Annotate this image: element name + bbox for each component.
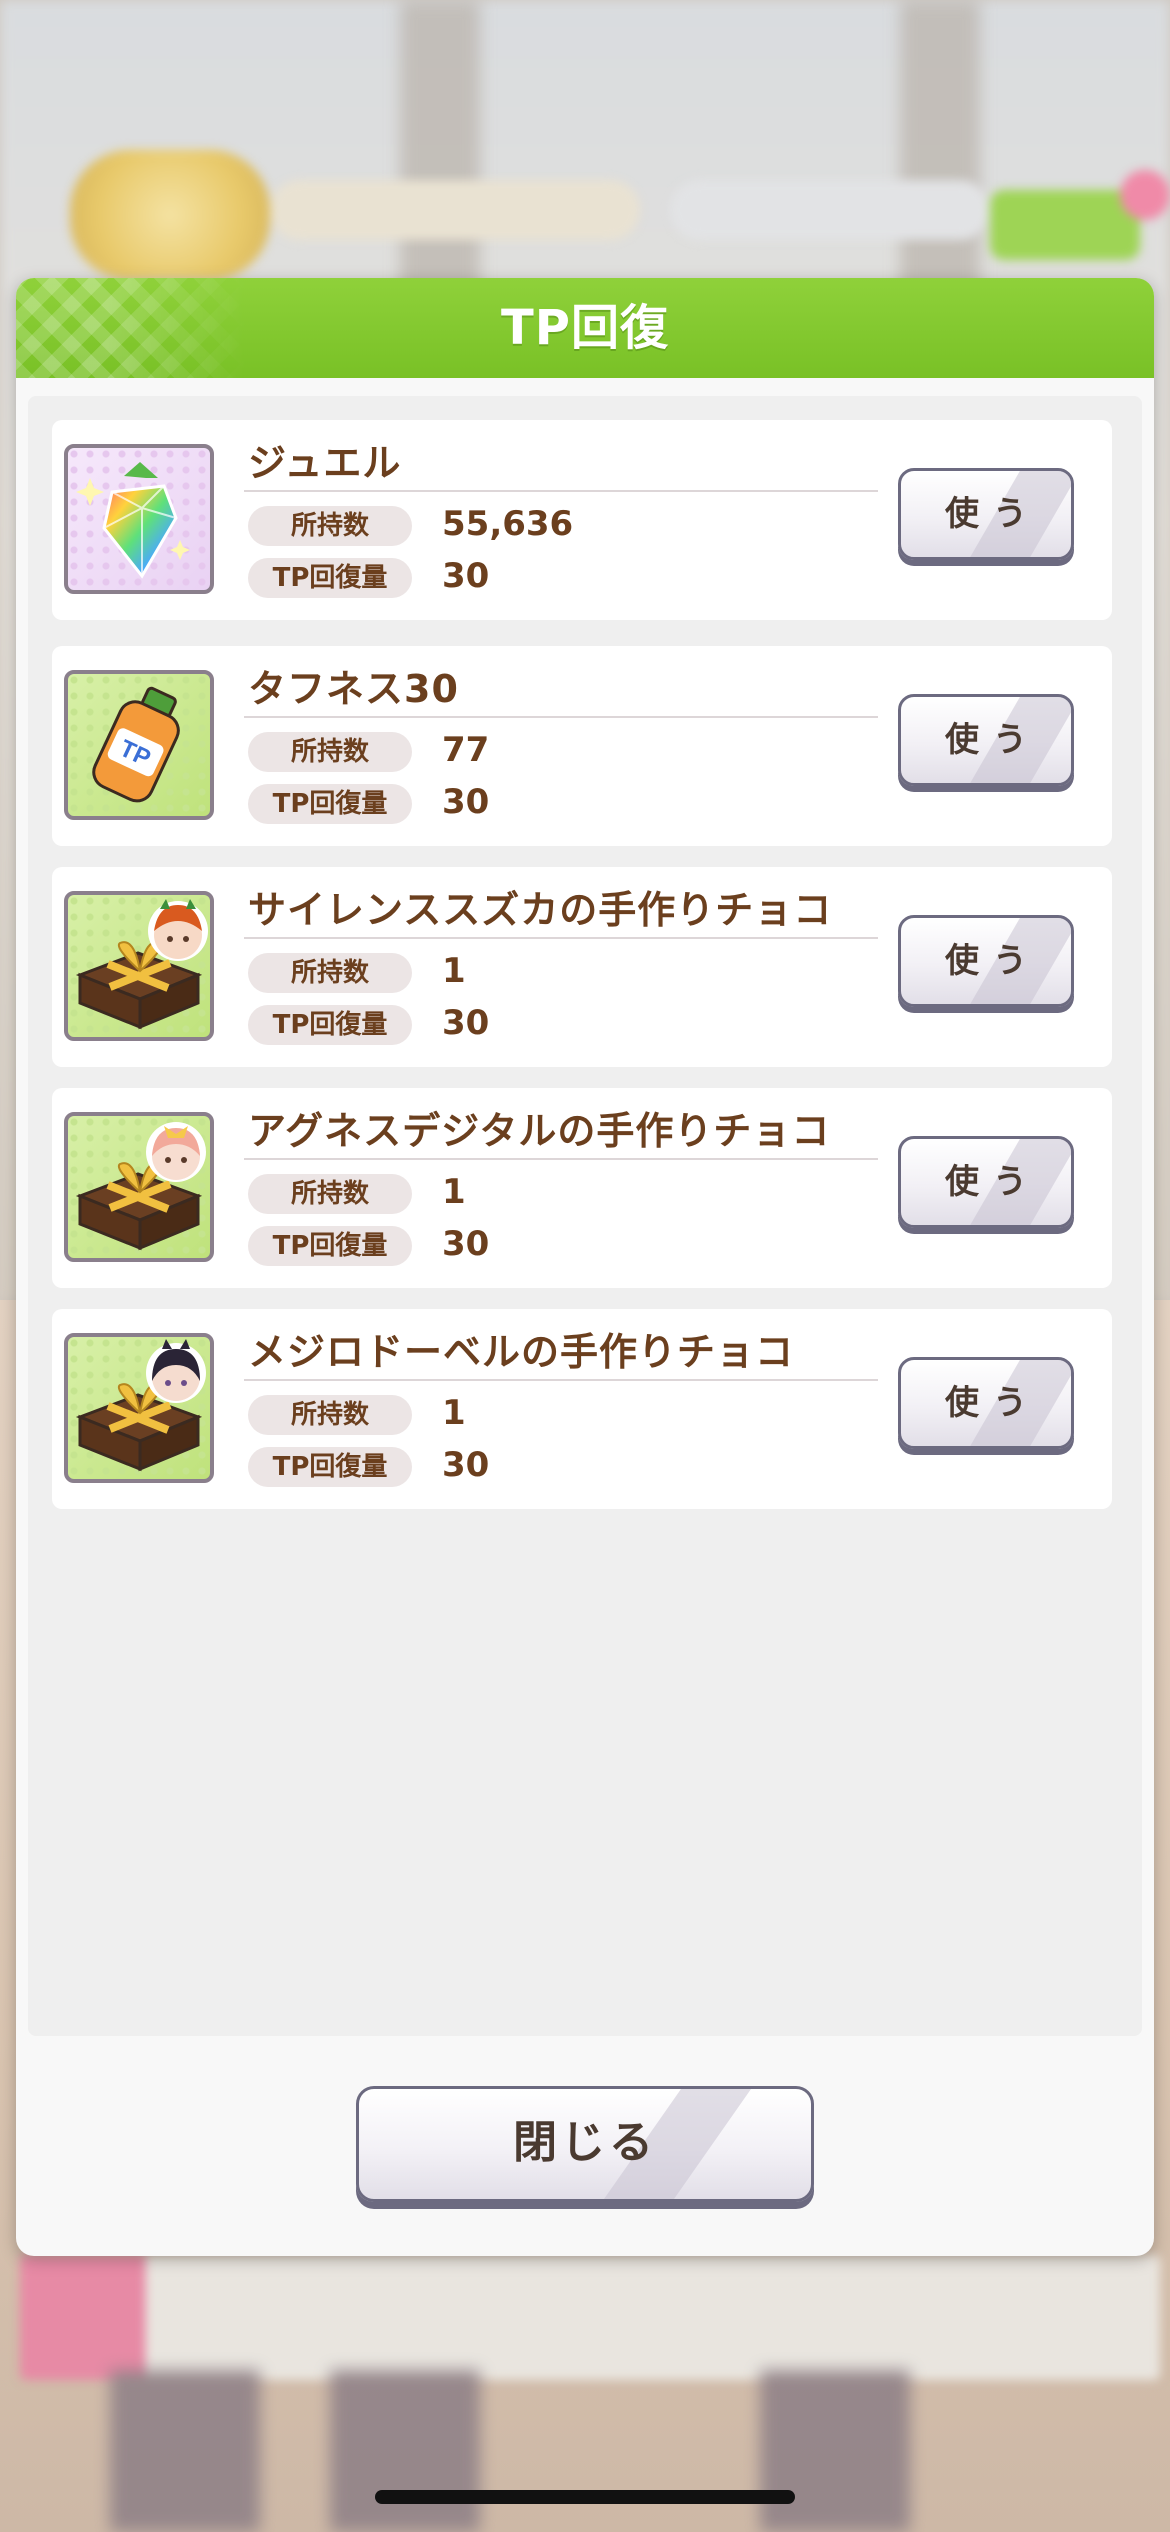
blurred-status-bar [270,180,640,240]
tp-recovery-value: 30 [442,1445,490,1485]
chocolate-gift-icon [64,1333,214,1483]
item-name: ジュエル [248,441,402,485]
tp-recovery-label: TP回復量 [248,1447,412,1487]
tp-recovery-label: TP回復量 [248,784,412,824]
blurred-character [760,2370,910,2532]
divider [244,490,878,492]
owned-count: 1 [442,1393,466,1433]
owned-count: 1 [442,951,466,991]
owned-count: 55,636 [442,504,574,544]
use-button[interactable]: 使う [898,915,1074,1007]
divider [244,1158,878,1160]
use-button-label: 使う [945,1162,1041,1202]
use-button[interactable]: 使う [898,694,1074,786]
chocolate-gift-icon [64,891,214,1041]
blurred-badge [1120,170,1170,220]
tp-recovery-dialog: TP回復 ジュエル 所持数 55,636 TP回復量 30 使う TP タフネス… [16,278,1154,2256]
tp-recovery-value: 30 [442,1224,490,1264]
use-button[interactable]: 使う [898,1357,1074,1449]
owned-count: 1 [442,1172,466,1212]
blurred-status-bar [670,180,990,240]
list-item-toughness30: TP タフネス30 所持数 77 TP回復量 30 使う [52,646,1112,846]
tp-bottle-icon: TP [64,670,214,820]
divider [244,1379,878,1381]
jewel-icon [64,444,214,594]
dialog-header: TP回復 [16,278,1154,378]
use-button[interactable]: 使う [898,468,1074,560]
blurred-character [330,2370,480,2532]
tp-recovery-value: 30 [442,782,490,822]
divider [244,716,878,718]
use-button[interactable]: 使う [898,1136,1074,1228]
chocolate-gift-icon [64,1112,214,1262]
use-button-label: 使う [945,941,1041,981]
list-item-jewel: ジュエル 所持数 55,636 TP回復量 30 使う [52,420,1112,620]
item-name: アグネスデジタルの手作りチョコ [248,1109,831,1153]
close-button-label: 閉じる [513,2117,657,2168]
blurred-bottom-nav [20,2255,1160,2380]
dialog-title: TP回復 [501,300,669,356]
use-button-label: 使う [945,1383,1041,1423]
divider [244,937,878,939]
tp-recovery-label: TP回復量 [248,558,412,598]
owned-label: 所持数 [248,732,412,772]
item-name: タフネス30 [248,667,459,711]
list-item-suzuka-chocolate: サイレンススズカの手作りチョコ 所持数 1 TP回復量 30 使う [52,867,1112,1067]
list-item-dober-chocolate: メジロドーベルの手作りチョコ 所持数 1 TP回復量 30 使う [52,1309,1112,1509]
use-button-label: 使う [945,494,1041,534]
blurred-button [990,190,1140,260]
blurred-hud [40,150,1170,290]
item-list: ジュエル 所持数 55,636 TP回復量 30 使う TP タフネス30 所持… [28,396,1142,2036]
tp-recovery-value: 30 [442,1003,490,1043]
owned-count: 77 [442,730,490,770]
blurred-character [110,2370,260,2532]
owned-label: 所持数 [248,1174,412,1214]
tp-recovery-label: TP回復量 [248,1226,412,1266]
list-item-digital-chocolate: アグネスデジタルの手作りチョコ 所持数 1 TP回復量 30 使う [52,1088,1112,1288]
tp-recovery-value: 30 [442,556,490,596]
blurred-logo [70,150,270,280]
owned-label: 所持数 [248,1395,412,1435]
tp-recovery-label: TP回復量 [248,1005,412,1045]
owned-label: 所持数 [248,953,412,993]
item-name: メジロドーベルの手作りチョコ [248,1330,795,1374]
use-button-label: 使う [945,720,1041,760]
home-indicator[interactable] [375,2490,795,2504]
item-name: サイレンススズカの手作りチョコ [248,888,833,932]
owned-label: 所持数 [248,506,412,546]
close-button[interactable]: 閉じる [356,2086,814,2202]
